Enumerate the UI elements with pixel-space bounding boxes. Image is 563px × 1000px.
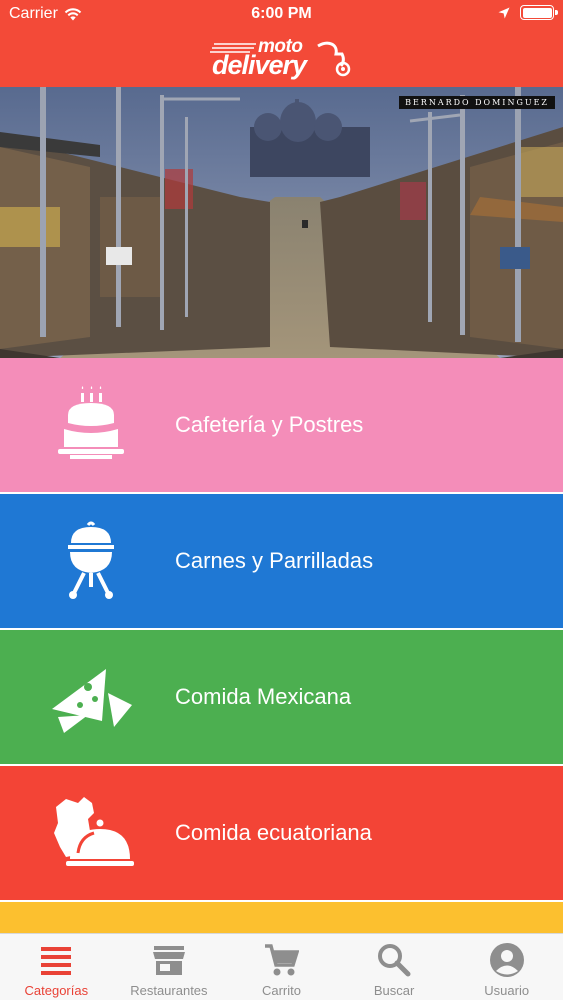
user-icon — [489, 943, 524, 977]
tab-carrito[interactable]: Carrito — [225, 934, 338, 1000]
logo-text-bottom: delivery — [212, 50, 307, 80]
search-icon — [378, 944, 411, 977]
app-header: Carrier 6:00 PM moto delivery — [0, 0, 563, 87]
nachos-icon — [52, 669, 132, 733]
category-carnes-parrilladas[interactable]: Carnes y Parrilladas — [0, 494, 563, 628]
status-right — [498, 5, 558, 20]
cake-icon — [58, 386, 124, 459]
grill-icon — [68, 521, 114, 599]
category-comida-ecuatoriana[interactable]: Comida ecuatoriana — [0, 766, 563, 900]
tab-categorias[interactable]: Categorías — [0, 934, 113, 1000]
tab-bar: Categorías Restaurantes Carrito Buscar U… — [0, 933, 563, 1000]
category-comida-mexicana[interactable]: Comida Mexicana — [0, 630, 563, 764]
status-bar: Carrier 6:00 PM — [0, 0, 563, 30]
category-cafeteria-postres[interactable]: Cafetería y Postres — [0, 358, 563, 492]
photo-credit: BERNARDO DOMINGUEZ — [399, 96, 555, 109]
moto-delivery-logo: moto delivery — [210, 36, 355, 82]
tab-label: Restaurantes — [130, 983, 208, 998]
tab-restaurantes[interactable]: Restaurantes — [113, 934, 226, 1000]
tab-label: Carrito — [261, 983, 301, 998]
battery-icon — [520, 5, 558, 20]
category-label: Carnes y Parrilladas — [175, 548, 374, 573]
tab-label: Usuario — [484, 983, 530, 998]
cloche-icon — [54, 797, 134, 866]
hero-street-photo: BERNARDO DOMINGUEZ — [0, 87, 563, 358]
cart-icon — [265, 944, 300, 976]
list-icon — [41, 947, 72, 975]
tab-label: Categorías — [24, 983, 89, 998]
category-label: Comida ecuatoriana — [175, 820, 372, 845]
location-arrow-icon — [498, 7, 510, 18]
store-icon — [152, 946, 185, 975]
status-time: 6:00 PM — [251, 5, 312, 22]
tab-buscar[interactable]: Buscar — [338, 934, 451, 1000]
tab-usuario[interactable]: Usuario — [450, 934, 563, 1000]
category-label: Cafetería y Postres — [175, 412, 364, 437]
tab-label: Buscar — [373, 983, 415, 998]
category-label: Comida Mexicana — [175, 684, 352, 709]
